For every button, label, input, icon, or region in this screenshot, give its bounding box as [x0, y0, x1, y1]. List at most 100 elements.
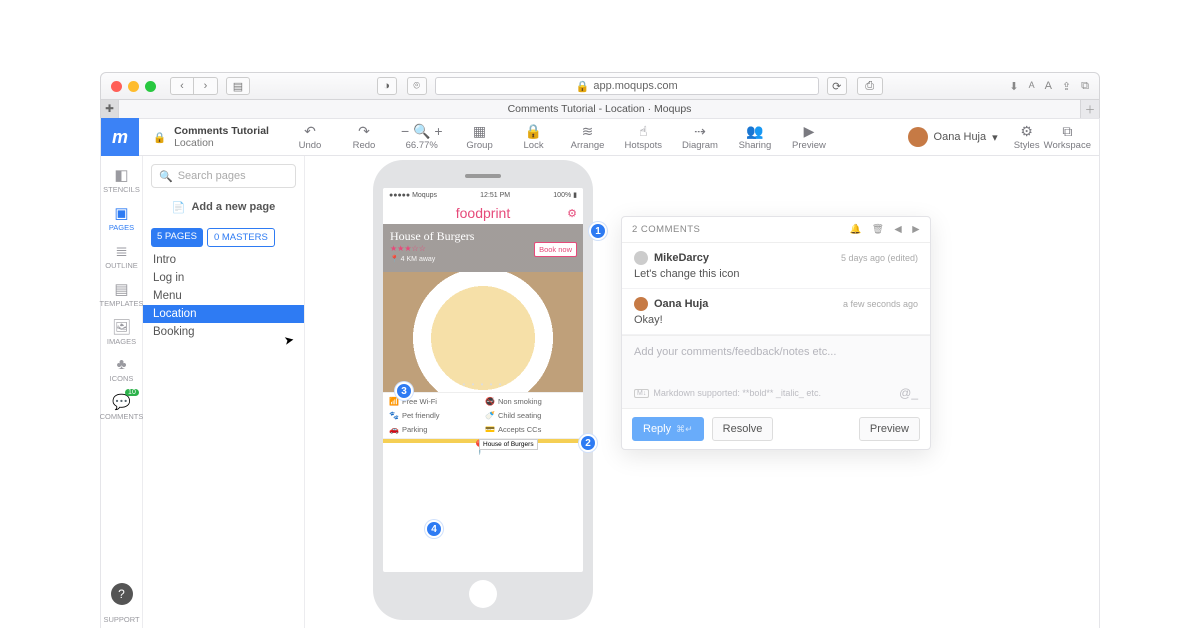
add-page-button[interactable]: 📄 Add a new page [151, 196, 296, 218]
rail-pages[interactable]: ▣PAGES [101, 200, 142, 234]
compose-area[interactable]: Add your comments/feedback/notes etc... … [622, 335, 930, 409]
sharing-button[interactable]: 👥Sharing [738, 123, 772, 151]
carousel-dots[interactable]: • • • • • [383, 380, 583, 389]
undo-button[interactable]: ↶Undo [293, 123, 327, 151]
next-comment-button[interactable]: ▶ [912, 224, 920, 235]
user-name: Oana Huja [934, 131, 987, 143]
workspace: ◧STENCILS ▣PAGES ≣OUTLINE ▤TEMPLATES 🖼IM… [100, 156, 1100, 628]
new-tab-button[interactable]: ＋ [1081, 100, 1099, 118]
search-pages-input[interactable]: 🔍 Search pages [151, 164, 296, 188]
preview-button[interactable]: ▶Preview [792, 123, 826, 151]
reload-button[interactable]: ⟳ [827, 77, 847, 95]
cc-icon: 💳 [485, 425, 495, 434]
rail-icons[interactable]: ♣ICONS [101, 352, 142, 385]
window-controls [111, 81, 156, 92]
search-icon: 🔍 [159, 170, 173, 183]
lock-icon[interactable]: 🔒 [153, 131, 166, 144]
workspace-button[interactable]: ⧉Workspace [1044, 123, 1091, 151]
project-title: Comments Tutorial [174, 125, 269, 137]
nosmoking-icon: 🚭 [485, 397, 495, 406]
current-tab[interactable]: Comments Tutorial - Location · Moqups [119, 100, 1081, 118]
chevron-down-icon: ▾ [992, 131, 998, 144]
phone-speaker [465, 174, 501, 178]
hotspots-button[interactable]: ☝︎Hotspots [625, 123, 663, 151]
page-login[interactable]: Log in [143, 269, 304, 287]
minimize-window[interactable] [128, 81, 139, 92]
browser-right-tools: ⬇︎ A A ⇪ ⧉ [1009, 80, 1089, 93]
markdown-hint: M↓ Markdown supported: **bold** _italic_… [634, 386, 918, 400]
book-now-button[interactable]: Book now [534, 242, 577, 257]
downloads-icon[interactable]: ⬇︎ [1009, 80, 1018, 93]
maximize-window[interactable] [145, 81, 156, 92]
brand-header: foodprint ⚙ [383, 202, 583, 224]
user-menu[interactable]: Oana Huja ▾ [908, 127, 998, 147]
popover-title: 2 COMMENTS [632, 224, 700, 235]
diagram-button[interactable]: ⇢Diagram [682, 123, 718, 151]
bell-icon[interactable]: 🔔 [849, 224, 861, 235]
pocket-icon[interactable]: ⌾ [407, 77, 427, 95]
tab-title: Comments Tutorial - Location · Moqups [508, 103, 692, 115]
comment-body: Let's change this icon [634, 268, 918, 280]
page-intro[interactable]: Intro [143, 251, 304, 269]
share-icon[interactable]: ⇪ [1062, 80, 1071, 93]
zoom-control[interactable]: − 🔍 +66.77% [401, 123, 443, 151]
lock-button[interactable]: 🔒Lock [517, 123, 551, 151]
rail-outline[interactable]: ≣OUTLINE [101, 238, 142, 272]
comment-time: a few seconds ago [843, 299, 918, 309]
comment-marker-2[interactable]: 2 [579, 434, 597, 452]
prev-comment-button[interactable]: ◀ [894, 224, 902, 235]
app-logo[interactable]: m [101, 118, 139, 156]
rail-stencils[interactable]: ◧STENCILS [101, 162, 142, 196]
pin-tab[interactable]: ✚ [101, 100, 119, 118]
arrange-button[interactable]: ≋Arrange [571, 123, 605, 151]
mention-button[interactable]: @_ [899, 386, 918, 400]
redo-button[interactable]: ↷Redo [347, 123, 381, 151]
close-window[interactable] [111, 81, 122, 92]
nav-buttons: ‹ › [170, 77, 218, 95]
shield-icon[interactable]: ◑ [377, 77, 397, 95]
help-button[interactable]: ? [111, 583, 133, 605]
tabs-icon[interactable]: ⧉ [1081, 80, 1089, 93]
plus-file-icon: 📄 [172, 201, 186, 214]
cursor-icon: ➤ [283, 332, 295, 348]
url-text: app.moqups.com [593, 80, 677, 92]
seg-masters[interactable]: 0 MASTERS [207, 228, 275, 247]
rail-comments[interactable]: 💬COMMENTS [101, 389, 142, 423]
rail-templates[interactable]: ▤TEMPLATES [101, 276, 142, 310]
comment-1: MikeDarcy 5 days ago (edited) Let's chan… [622, 243, 930, 289]
canvas[interactable]: ●●●●● Moqups12:51 PM 100% ▮ foodprint ⚙ … [305, 156, 1099, 628]
comment-marker-4[interactable]: 4 [425, 520, 443, 538]
home-button[interactable] [469, 580, 497, 608]
rail-images[interactable]: 🖼IMAGES [101, 314, 142, 348]
trash-icon[interactable]: 🗑 [872, 224, 885, 235]
hero-section: House of Burgers ★★★☆☆ 📍 4 KM away Book … [383, 224, 583, 272]
parking-icon: 🚗 [389, 425, 399, 434]
styles-button[interactable]: ⚙︎Styles [1010, 123, 1044, 151]
avatar [634, 297, 648, 311]
pages-masters-toggle: 5 PAGES 0 MASTERS [143, 224, 304, 251]
resolve-button[interactable]: Resolve [712, 417, 774, 441]
rail-support[interactable]: SUPPORT [103, 615, 139, 624]
text-small-icon[interactable]: A [1029, 80, 1035, 93]
project-titles[interactable]: Comments Tutorial Location [174, 125, 269, 149]
comment-marker-3[interactable]: 3 [395, 382, 413, 400]
address-bar[interactable]: 🔒 app.moqups.com [435, 77, 819, 95]
page-booking[interactable]: Booking [143, 323, 304, 341]
page-menu[interactable]: Menu [143, 287, 304, 305]
gear-icon[interactable]: ⚙ [567, 207, 577, 220]
text-large-icon[interactable]: A [1045, 80, 1052, 93]
back-button[interactable]: ‹ [170, 77, 194, 95]
tool-group-left: ↶Undo ↷Redo − 🔍 +66.77% ▦Group 🔒Lock ≋Ar… [293, 123, 826, 151]
page-location[interactable]: Location [143, 305, 304, 323]
sidebar-toggle[interactable]: ▤ [226, 77, 250, 95]
reader-button[interactable]: ⎙ [857, 77, 883, 95]
seg-pages[interactable]: 5 PAGES [151, 228, 203, 247]
project-subtitle: Location [174, 137, 269, 149]
forward-button[interactable]: › [194, 77, 218, 95]
preview-comment-button[interactable]: Preview [859, 417, 920, 441]
group-button[interactable]: ▦Group [463, 123, 497, 151]
comment-marker-1[interactable]: 1 [589, 222, 607, 240]
status-bar: ●●●●● Moqups12:51 PM 100% ▮ [383, 188, 583, 202]
reply-button[interactable]: Reply⌘↵ [632, 417, 704, 441]
map-section[interactable]: 📍 House of Burgers [383, 438, 583, 439]
